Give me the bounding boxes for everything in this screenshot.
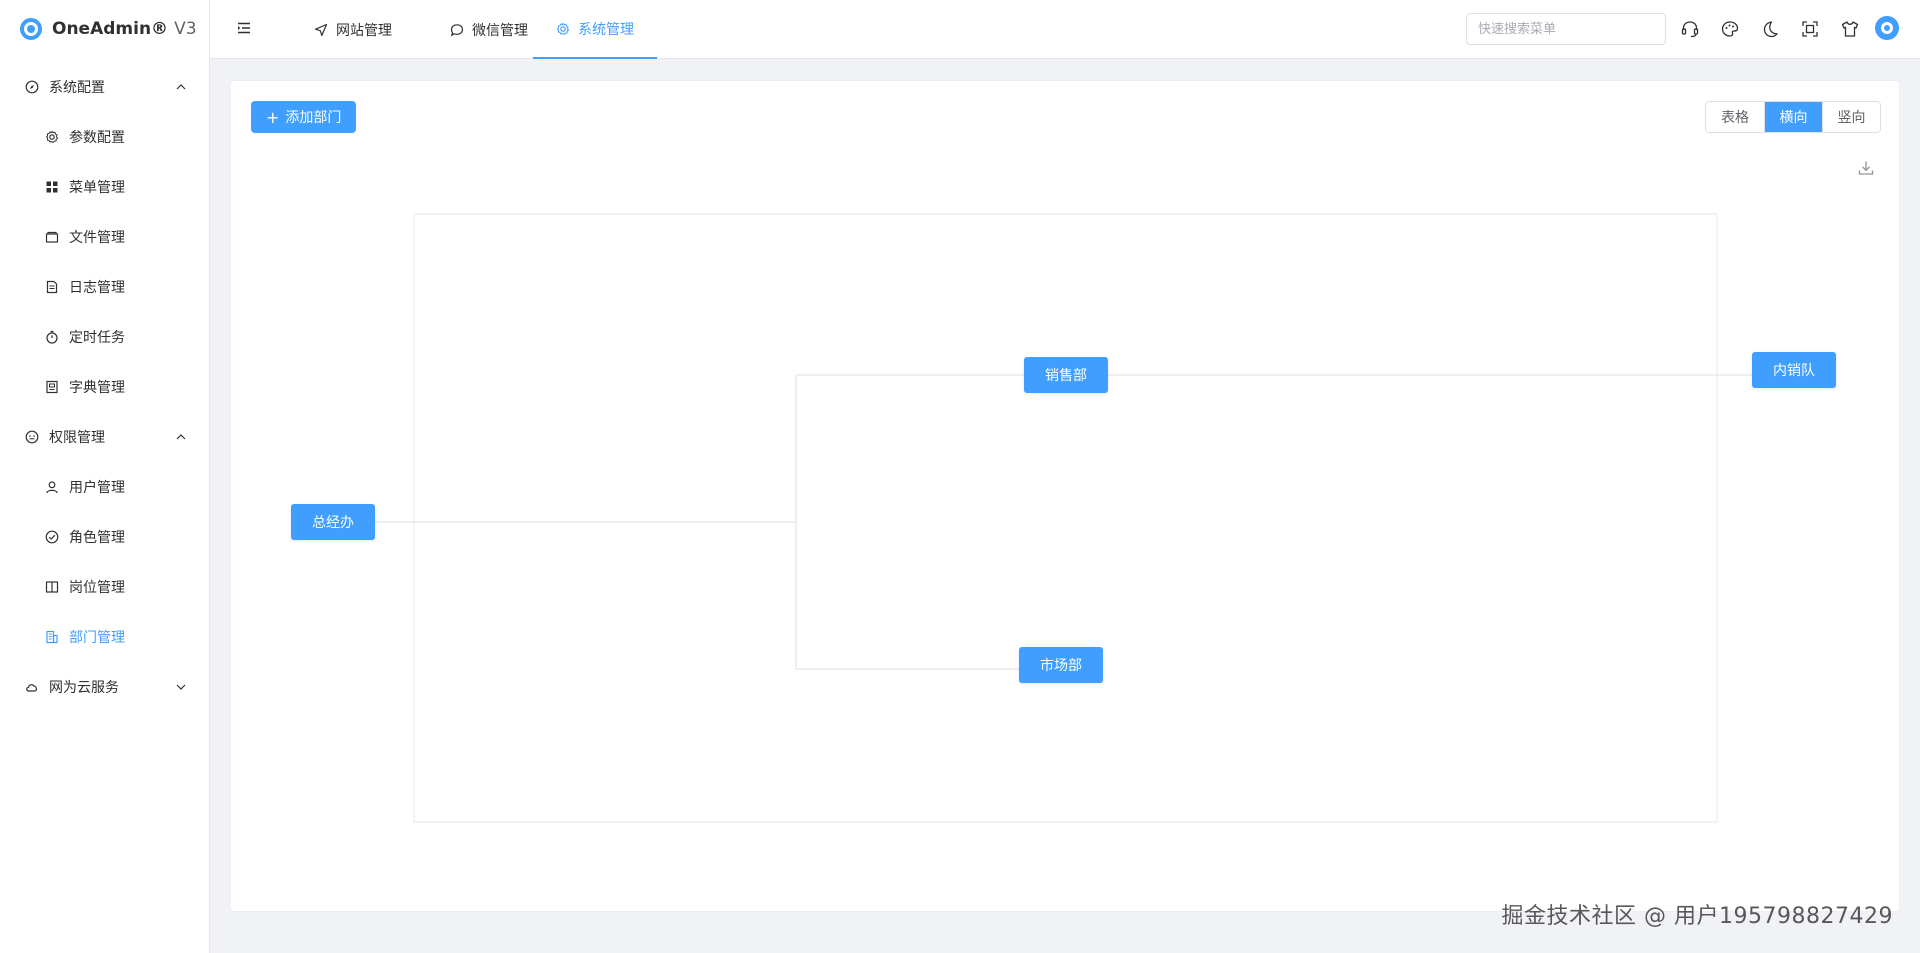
document-icon — [45, 280, 59, 294]
building-icon — [45, 630, 59, 644]
org-chart-frame — [413, 213, 1718, 823]
sidebar-item-menu-manage[interactable]: 菜单管理 — [0, 162, 209, 212]
dictionary-icon — [45, 380, 59, 394]
org-node-sales[interactable]: 销售部 — [1024, 357, 1108, 393]
tab-system-manage[interactable]: 系统管理 — [533, 0, 657, 59]
sidebar-item-label: 文件管理 — [69, 230, 125, 246]
main-card: + 添加部门 表格 横向 竖向 总经办 销售部 市场部 内销队 — [230, 80, 1900, 912]
sidebar-item-label: 菜单管理 — [69, 180, 125, 196]
folder-icon — [45, 230, 59, 244]
sidebar-item-param-config[interactable]: 参数配置 — [0, 112, 209, 162]
sidebar-item-label: 字典管理 — [69, 380, 125, 396]
sidebar: OneAdmin® V3 系统配置 参数配置 菜单管理 文件管理 日志管理 定时… — [0, 0, 210, 953]
gear-icon — [556, 22, 570, 36]
palette-icon[interactable] — [1720, 19, 1740, 39]
shirt-icon[interactable] — [1840, 19, 1860, 39]
org-chart-connectors — [373, 213, 1753, 823]
sidebar-item-label: 用户管理 — [69, 480, 125, 496]
org-node-inner-sales[interactable]: 内销队 — [1752, 352, 1836, 388]
tab-wechat-manage[interactable]: 微信管理 — [430, 0, 548, 59]
top-header: 网站管理 微信管理 系统管理 — [210, 0, 1920, 59]
sidebar-item-dictionary-manage[interactable]: 字典管理 — [0, 362, 209, 412]
compass-icon — [25, 80, 39, 94]
sidebar-item-scheduled-task[interactable]: 定时任务 — [0, 312, 209, 362]
sidebar-item-log-manage[interactable]: 日志管理 — [0, 262, 209, 312]
user-avatar[interactable] — [1875, 16, 1899, 40]
org-chart: 总经办 销售部 市场部 内销队 — [231, 81, 1901, 913]
menu-group-permission[interactable]: 权限管理 — [0, 412, 209, 462]
grid-icon — [45, 180, 59, 194]
sidebar-item-post-manage[interactable]: 岗位管理 — [0, 562, 209, 612]
menu-group-system-config[interactable]: 系统配置 — [0, 62, 209, 112]
sidebar-item-label: 定时任务 — [69, 330, 125, 346]
moon-icon[interactable] — [1760, 19, 1780, 39]
tab-label: 微信管理 — [472, 22, 528, 39]
gear-icon — [45, 130, 59, 144]
chevron-up-icon — [175, 431, 187, 443]
menu-group-label: 系统配置 — [49, 80, 105, 96]
logo-icon — [20, 18, 42, 40]
chevron-down-icon — [175, 681, 187, 693]
chat-icon — [450, 23, 464, 37]
tab-label: 网站管理 — [336, 22, 392, 39]
menu-search-input[interactable] — [1466, 13, 1666, 45]
check-circle-icon — [45, 530, 59, 544]
tab-label: 系统管理 — [578, 21, 634, 38]
sidebar-item-role-manage[interactable]: 角色管理 — [0, 512, 209, 562]
sidebar-item-label: 角色管理 — [69, 530, 125, 546]
sidebar-item-label: 日志管理 — [69, 280, 125, 296]
org-node-market[interactable]: 市场部 — [1019, 647, 1103, 683]
menu-group-label: 网为云服务 — [49, 680, 119, 696]
tab-website-manage[interactable]: 网站管理 — [294, 0, 412, 59]
sidebar-item-dept-manage[interactable]: 部门管理 — [0, 612, 209, 662]
fullscreen-icon[interactable] — [1800, 19, 1820, 39]
stopwatch-icon — [45, 330, 59, 344]
user-icon — [45, 480, 59, 494]
headset-icon[interactable] — [1680, 19, 1700, 39]
sidebar-item-label: 岗位管理 — [69, 580, 125, 596]
brand-name: OneAdmin® — [52, 19, 169, 39]
menu-fold-icon[interactable] — [236, 20, 252, 36]
sidebar-item-file-manage[interactable]: 文件管理 — [0, 212, 209, 262]
face-icon — [25, 430, 39, 444]
watermark-text: 掘金技术社区 @ 用户195798827429 — [1501, 904, 1893, 929]
book-icon — [45, 580, 59, 594]
chevron-up-icon — [175, 81, 187, 93]
menu-group-cloud-service[interactable]: 网为云服务 — [0, 662, 209, 712]
app-logo[interactable]: OneAdmin® V3 — [0, 0, 209, 58]
sidebar-item-user-manage[interactable]: 用户管理 — [0, 462, 209, 512]
navigation-icon — [314, 23, 328, 37]
org-node-root[interactable]: 总经办 — [291, 504, 375, 540]
cloud-icon — [25, 680, 39, 694]
sidebar-item-label: 部门管理 — [69, 630, 125, 646]
menu-group-label: 权限管理 — [49, 430, 105, 446]
brand-version: V3 — [174, 19, 197, 39]
sidebar-item-label: 参数配置 — [69, 130, 125, 146]
